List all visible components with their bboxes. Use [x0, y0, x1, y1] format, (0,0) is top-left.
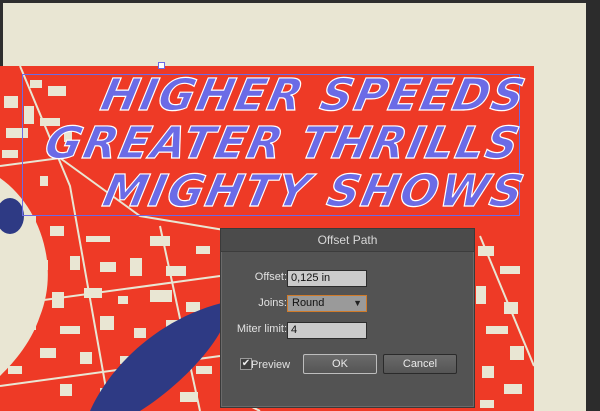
window-right-edge [586, 0, 600, 411]
cancel-button[interactable]: Cancel [383, 354, 457, 374]
ok-button[interactable]: OK [303, 354, 377, 374]
joins-select[interactable]: Round ▼ [287, 295, 367, 312]
chevron-down-icon: ▼ [353, 298, 362, 308]
poster-headline-line-2[interactable]: GREATER THRILLS [40, 117, 526, 169]
checkmark-icon: ✔ [241, 358, 251, 369]
poster-headline-line-1[interactable]: HIGHER SPEEDS [96, 69, 532, 121]
joins-select-value: Round [292, 297, 325, 309]
preview-label: Preview [251, 359, 291, 371]
offset-label: Offset: [254, 271, 287, 283]
window-top-edge [0, 0, 600, 3]
dialog-title[interactable]: Offset Path [221, 229, 474, 252]
offset-path-dialog: Offset Path Offset: 0,125 in Joins: Roun… [220, 228, 475, 408]
poster-headline-line-3[interactable]: MIGHTY SHOWS [98, 165, 530, 217]
selection-handle[interactable] [158, 62, 165, 69]
offset-input[interactable]: 0,125 in [287, 270, 367, 287]
joins-label: Joins: [258, 297, 287, 309]
miter-limit-input[interactable]: 4 [287, 322, 367, 339]
miter-limit-label: Miter limit: [236, 323, 287, 335]
